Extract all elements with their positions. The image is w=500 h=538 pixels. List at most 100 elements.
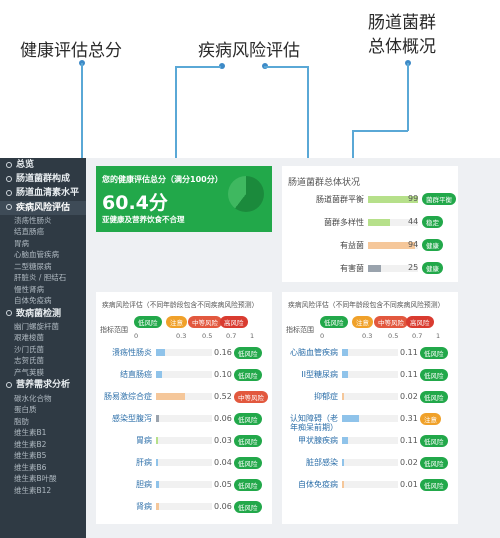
callout-health-score: 健康评估总分 [20, 41, 122, 61]
sidebar-item-label: 慢性肾病 [14, 284, 44, 294]
risk-row-badge[interactable]: 注意 [420, 413, 441, 425]
risk-row-track [342, 481, 398, 488]
risk-row-badge[interactable]: 低风险 [420, 369, 448, 381]
sidebar-item[interactable]: 肠道血清素水平 [0, 186, 86, 200]
risk-row-badge[interactable]: 低风险 [234, 457, 262, 469]
risk-row-label[interactable]: 肠易激综合症 [98, 392, 152, 401]
sidebar-item[interactable]: 维生素B12 [0, 485, 86, 497]
flora-row-badge[interactable]: 稳定 [422, 216, 443, 228]
risk-row-badge[interactable]: 低风险 [420, 457, 448, 469]
risk-row-badge[interactable]: 低风险 [420, 479, 448, 491]
sidebar-item[interactable]: 自体免疫病 [0, 295, 86, 307]
sidebar-item[interactable]: 溃疡性肠炎 [0, 215, 86, 227]
risk-row-label[interactable]: 胃病 [98, 436, 152, 445]
sidebar-item[interactable]: 总览 [0, 158, 86, 172]
flora-row-label: 有害菌 [340, 264, 364, 273]
callout-flora-line1: 肠道菌群 [368, 13, 436, 33]
callout-flora-line2: 总体概况 [368, 37, 436, 57]
risk-row-track [156, 503, 212, 510]
risk-row-label[interactable]: 胆病 [98, 480, 152, 489]
legend-badge-low: 低风险 [134, 316, 162, 328]
sidebar-item[interactable]: 结直肠癌 [0, 226, 86, 238]
sidebar-item[interactable]: 疾病风险评估 [0, 200, 86, 215]
risk-row-badge[interactable]: 低风险 [234, 435, 262, 447]
risk-row-badge[interactable]: 低风险 [420, 347, 448, 359]
risk-row-bar [342, 437, 349, 444]
risk-row-track [342, 415, 398, 422]
risk-row-bar [156, 459, 159, 466]
risk-row-badge[interactable]: 低风险 [234, 501, 262, 513]
sidebar-item[interactable]: 胃病 [0, 238, 86, 250]
sidebar-item[interactable]: 营养需求分析 [0, 378, 86, 392]
sidebar-item[interactable]: 慢性肾病 [0, 284, 86, 296]
sidebar-item-label: 碳水化合物 [14, 393, 52, 403]
sidebar-item[interactable]: 维生素B6 [0, 462, 86, 474]
sidebar-item-label: 维生素B12 [14, 485, 52, 495]
risk-row-label[interactable]: 感染型腹泻 [98, 414, 152, 423]
risk-row-track [156, 437, 212, 444]
sidebar-item[interactable]: 蛋白质 [0, 404, 86, 416]
sidebar-item-label: 肠道菌群构成 [16, 174, 71, 185]
risk-row-bar [342, 459, 345, 466]
sidebar-item-label: 自体免疫病 [14, 296, 52, 306]
legend-badge-mid: 注意 [352, 316, 373, 328]
risk-row-badge[interactable]: 低风险 [234, 479, 262, 491]
flora-row-value: 25 [408, 263, 419, 272]
flora-row-badge[interactable]: 健康 [422, 239, 443, 251]
sidebar-item-label: 维生素B2 [14, 439, 47, 449]
bullet-icon [6, 204, 12, 211]
risk-row-label[interactable]: 肾病 [98, 502, 152, 511]
flora-overview-title: 肠道菌群总体状况 [288, 178, 361, 188]
sidebar-item[interactable]: 二型糖尿病 [0, 261, 86, 273]
sidebar-item[interactable]: 肠道菌群构成 [0, 172, 86, 186]
risk-row-value: 0.11 [400, 436, 418, 445]
sidebar-item[interactable]: 维生素B5 [0, 450, 86, 462]
sidebar-item[interactable]: 脂肪 [0, 416, 86, 428]
risk-row-label[interactable]: 甲状腺疾病 [284, 436, 338, 445]
sidebar-item-label: 心脑血管疾病 [14, 250, 59, 260]
health-score-value: 60.4分 [102, 192, 168, 214]
sidebar-item[interactable]: 维生素B叶酸 [0, 473, 86, 485]
flora-row-badge[interactable]: 健康 [422, 262, 443, 274]
sidebar-item-label: 溃疡性肠炎 [14, 215, 52, 225]
sidebar-item[interactable]: 致病菌检测 [0, 307, 86, 321]
risk-row-label[interactable]: 自体免疫病 [284, 480, 338, 489]
sidebar-item-label: 维生素B6 [14, 462, 47, 472]
health-score-title: 您的健康评估总分（满分100分） [102, 175, 223, 184]
sidebar-item[interactable]: 心脑血管疾病 [0, 249, 86, 261]
risk-row-label[interactable]: 结直肠癌 [98, 370, 152, 379]
sidebar-item[interactable]: 志贺氏菌 [0, 355, 86, 367]
sidebar-item[interactable]: 沙门氏菌 [0, 344, 86, 356]
risk-row-badge[interactable]: 低风险 [234, 369, 262, 381]
risk-row-label[interactable]: 认知障碍（老年痴呆前期） [284, 414, 338, 432]
range-label: 指标范围 [100, 326, 128, 334]
risk-row-badge[interactable]: 低风险 [420, 391, 448, 403]
flora-row-badge[interactable]: 菌群平衡 [422, 193, 456, 205]
risk-row-badge[interactable]: 中等风险 [234, 391, 268, 403]
sidebar-item[interactable]: 维生素B1 [0, 427, 86, 439]
callout-disease-risk: 疾病风险评估 [198, 41, 300, 61]
risk-row-bar [156, 371, 162, 378]
risk-row-label[interactable]: 溃疡性肠炎 [98, 348, 152, 357]
risk-row-badge[interactable]: 低风险 [234, 347, 262, 359]
risk-row-label[interactable]: 心脑血管疾病 [284, 348, 338, 357]
risk-row-track [156, 481, 212, 488]
risk-row-label[interactable]: II型糖尿病 [284, 370, 338, 379]
risk-card-left: 疾病风险评估（不同年龄段包含不同疾病风险预测） 指标范围 低风险 注意 中等风险 高风险… [96, 292, 272, 524]
sidebar-item[interactable]: 肝脏炎 / 胆结石 [0, 272, 86, 284]
risk-row-label[interactable]: 脏部感染 [284, 458, 338, 467]
sidebar-item[interactable]: 碳水化合物 [0, 393, 86, 405]
risk-row-label[interactable]: 肝病 [98, 458, 152, 467]
risk-row-badge[interactable]: 低风险 [420, 435, 448, 447]
sidebar-item[interactable]: 幽门螺旋杆菌 [0, 321, 86, 333]
risk-row-label[interactable]: 抑郁症 [284, 392, 338, 401]
risk-row-bar [156, 437, 159, 444]
sidebar-item[interactable]: 维生素B2 [0, 439, 86, 451]
flora-overview-card: 肠道菌群总体状况 肠道菌群平衡 99 菌群平衡 菌群多样性 44 稳定 有益菌 94 健康 有害菌… [282, 166, 458, 282]
risk-row-track [156, 371, 212, 378]
sidebar-item[interactable]: 艰难梭菌 [0, 332, 86, 344]
bullet-icon [6, 310, 12, 317]
risk-row-badge[interactable]: 低风险 [234, 413, 262, 425]
scale-tick: 0 [134, 332, 139, 340]
sidebar-item[interactable]: 产气荚膜 [0, 367, 86, 379]
